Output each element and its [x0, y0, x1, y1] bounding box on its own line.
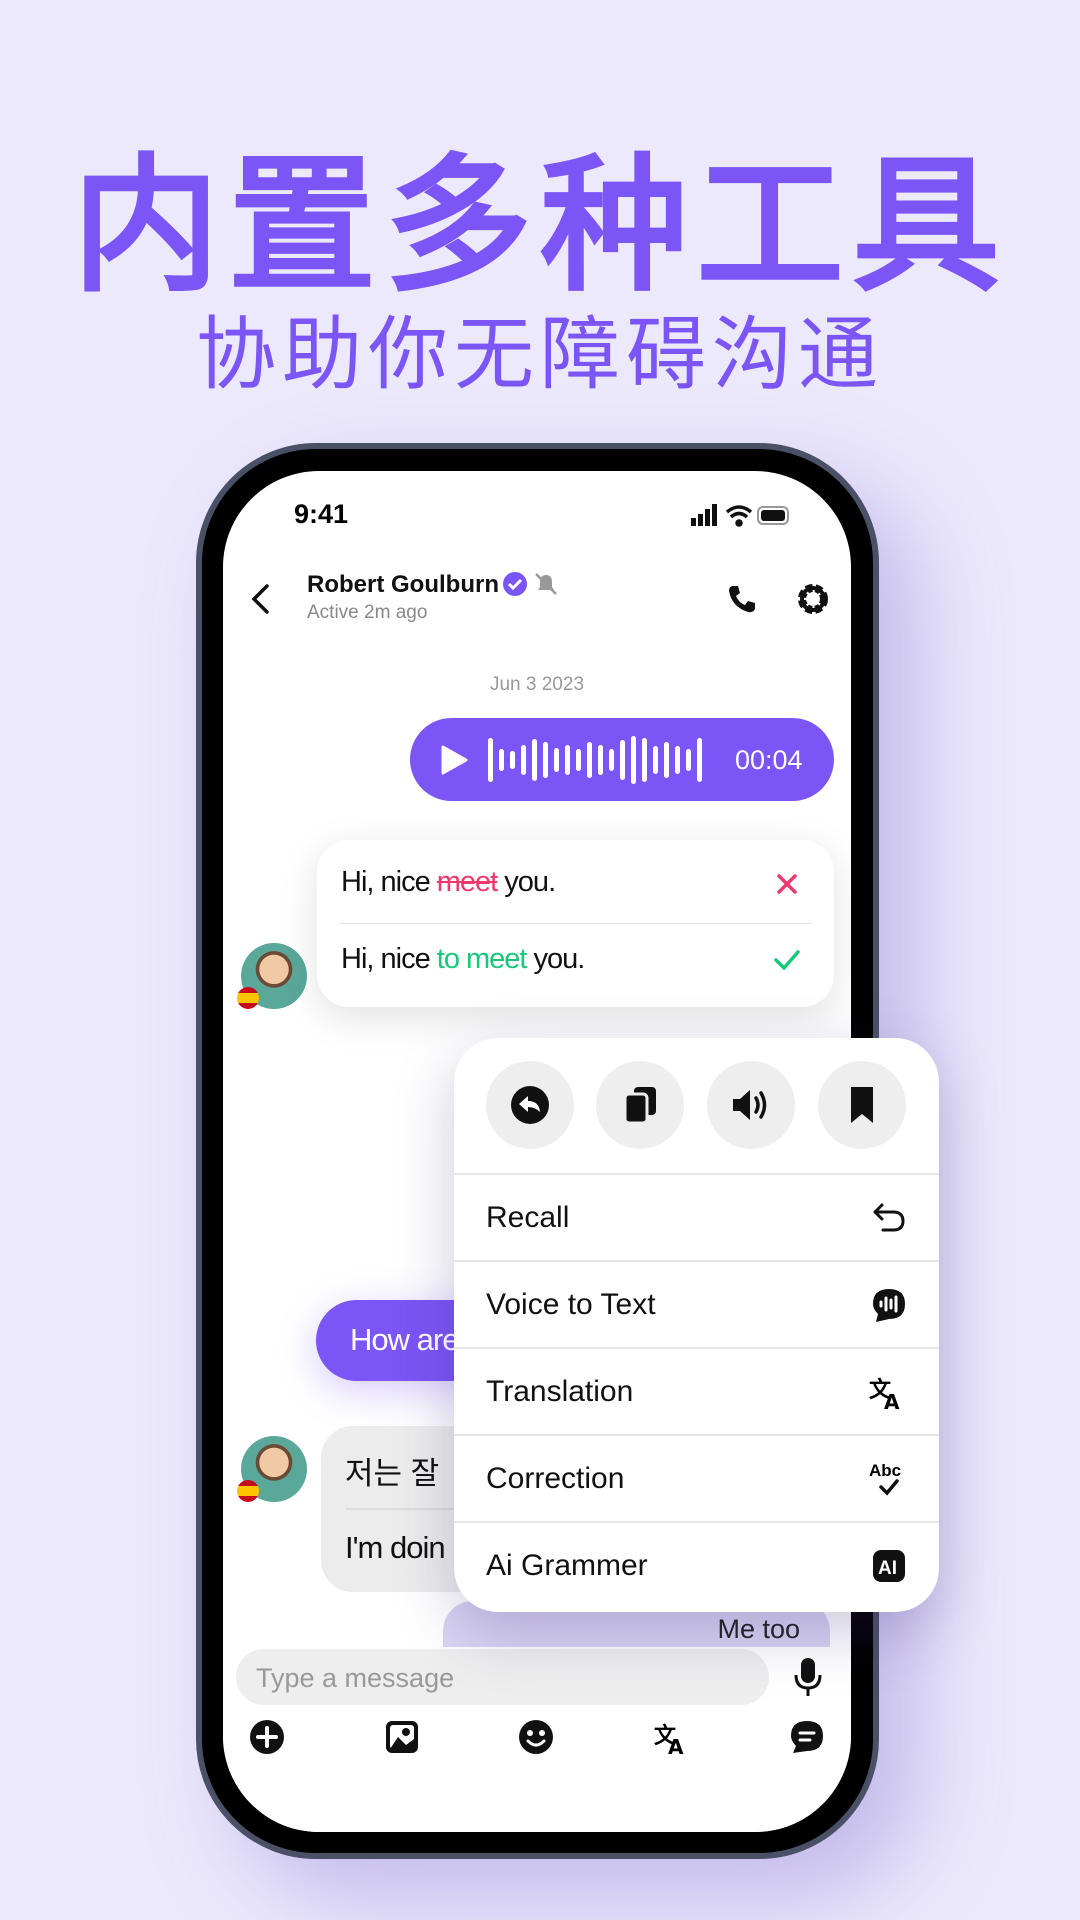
waveform-bar [576, 749, 581, 771]
bookmark-icon [851, 1087, 873, 1123]
message-text: 저는 잘 [345, 1456, 440, 1491]
message-context-menu: Recall Voice to Text Translation 文A Corr… [454, 1038, 939, 1612]
menu-item-recall[interactable]: Recall [454, 1173, 939, 1260]
message-input[interactable]: Type a message [236, 1649, 769, 1705]
subheadline: 协助你无障碍沟通 [196, 308, 884, 401]
avatar[interactable] [237, 1436, 307, 1502]
svg-text:A: A [884, 1390, 900, 1411]
reply-icon [511, 1086, 549, 1124]
waveform-bar [499, 749, 504, 771]
svg-text:A: A [668, 1735, 684, 1755]
reply-button[interactable] [486, 1061, 574, 1149]
waveform-bar [686, 749, 691, 771]
waveform-bar [554, 748, 559, 772]
add-icon[interactable] [249, 1719, 285, 1755]
date-separator: Jun 3 2023 [489, 674, 585, 695]
speaker-icon [733, 1090, 767, 1120]
speak-button[interactable] [707, 1061, 795, 1149]
waveform-bar [609, 749, 614, 771]
corrected-word: to meet [436, 943, 528, 975]
original-text: Hi, nice meet you. [341, 866, 556, 899]
back-chevron-icon[interactable] [249, 583, 273, 615]
waveform-bar [631, 736, 636, 784]
spellcheck-icon: Abc [869, 1461, 901, 1496]
status-icons [691, 504, 789, 527]
voice-to-text-icon [873, 1288, 905, 1322]
waveform-bar [675, 746, 680, 774]
message-text: How are [350, 1322, 459, 1357]
settings-gear-icon[interactable] [795, 581, 831, 617]
correction-card: Hi, nice meet you. Hi, nice to meet you. [317, 840, 834, 1007]
text: Hi, nice [341, 866, 437, 898]
waveform-bar [642, 738, 647, 782]
translate-icon: 文A [869, 1377, 900, 1411]
emoji-icon[interactable] [518, 1719, 554, 1755]
verified-badge-icon [503, 572, 527, 596]
ai-icon: AI [873, 1549, 905, 1582]
menu-item-label: Translation [486, 1374, 634, 1408]
waveform-bar [488, 738, 493, 782]
wifi-icon [725, 505, 753, 527]
menu-item-correction[interactable]: Correction Abc [454, 1434, 939, 1521]
waveform-bar [620, 740, 625, 780]
waveform-bar [565, 745, 570, 775]
menu-item-label: Voice to Text [486, 1287, 656, 1321]
waveform-bar [697, 738, 702, 782]
waveform-bar [532, 739, 537, 781]
phone-call-icon[interactable] [726, 583, 758, 615]
spain-flag-icon [237, 987, 259, 1009]
bookmark-button[interactable] [818, 1061, 906, 1149]
menu-item-translation[interactable]: Translation 文A [454, 1347, 939, 1434]
avatar[interactable] [237, 943, 307, 1009]
waveform-bar [521, 745, 526, 775]
image-icon[interactable] [384, 1719, 420, 1755]
headline: 内置多种工具 [72, 140, 1008, 312]
copy-button[interactable] [596, 1061, 684, 1149]
copy-icon [623, 1087, 656, 1125]
contact-status: Active 2m ago [307, 602, 428, 623]
play-icon[interactable] [440, 745, 468, 775]
waveform-bar [598, 745, 603, 775]
battery-icon [757, 506, 789, 525]
text: you. [526, 943, 586, 975]
waveform-bar [664, 742, 669, 778]
divider [339, 923, 812, 924]
translated-text: I'm doin [345, 1530, 446, 1565]
voice-message-bubble[interactable]: 00:04 [410, 718, 834, 801]
svg-text:Abc: Abc [869, 1461, 901, 1480]
menu-item-label: Correction [486, 1461, 625, 1495]
bell-off-icon [535, 573, 557, 595]
contact-name[interactable]: Robert Goulburn [307, 571, 499, 599]
svg-text:AI: AI [878, 1558, 897, 1579]
menu-item-label: Ai Grammer [486, 1548, 648, 1582]
close-icon [777, 874, 797, 894]
menu-item-ai-grammer[interactable]: Ai Grammer AI [454, 1521, 939, 1608]
translate-icon[interactable]: 文A [654, 1719, 690, 1755]
menu-item-voice-to-text[interactable]: Voice to Text [454, 1260, 939, 1347]
waveform-bar [653, 746, 658, 774]
text: you. [497, 866, 556, 898]
menu-item-label: Recall [486, 1200, 570, 1234]
message-text: Me too [717, 1614, 800, 1644]
waveform [488, 736, 702, 784]
signal-icon [691, 504, 717, 526]
text: Hi, nice [341, 943, 437, 975]
spain-flag-icon [237, 1480, 259, 1502]
voice-duration: 00:04 [735, 745, 803, 775]
waveform-bar [543, 742, 548, 778]
corrected-text: Hi, nice to meet you. [341, 943, 586, 976]
status-time: 9:41 [294, 499, 349, 529]
microphone-icon[interactable] [794, 1657, 822, 1697]
undo-icon [873, 1203, 905, 1231]
check-icon [774, 950, 800, 971]
wrong-word: meet [436, 866, 498, 898]
input-placeholder: Type a message [256, 1663, 455, 1693]
waveform-bar [587, 742, 592, 778]
chat-icon[interactable] [789, 1719, 825, 1755]
waveform-bar [510, 751, 515, 769]
